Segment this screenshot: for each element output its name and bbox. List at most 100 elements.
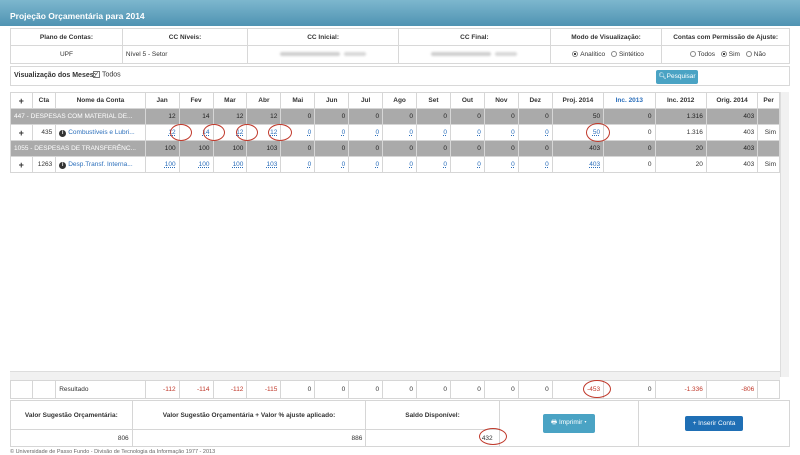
- cell-nov: 0: [483, 140, 519, 157]
- imprimir-button[interactable]: 🖶 Imprimir ▾: [543, 414, 595, 433]
- expand-all-button[interactable]: +: [10, 92, 33, 109]
- expand-row-button[interactable]: +: [10, 156, 33, 173]
- account-link[interactable]: Combustíveis e Lubri...: [68, 129, 134, 136]
- editable-proj[interactable]: 403: [589, 161, 600, 168]
- pesquisar-button[interactable]: 🔍︎Pesquisar: [656, 70, 698, 84]
- cc-final-select[interactable]: [398, 45, 551, 64]
- annotation-circle: [170, 124, 192, 141]
- account-group-name[interactable]: 1055 - DESPESAS DE TRANSFERÊNC...: [10, 140, 146, 157]
- editable-out[interactable]: 0: [477, 129, 481, 136]
- editable-mar[interactable]: 100: [233, 161, 244, 168]
- editable-ago[interactable]: 0: [409, 161, 413, 168]
- cell-ago: 0: [382, 140, 418, 157]
- annotation-circle: [586, 123, 610, 142]
- radio-nao[interactable]: [745, 51, 752, 58]
- info-icon[interactable]: i: [59, 161, 67, 169]
- cell-dez: 0: [517, 108, 553, 125]
- editable-fev[interactable]: 100: [199, 161, 210, 168]
- cell-orig: 403: [705, 124, 759, 141]
- cell-per: Sim: [757, 156, 780, 173]
- cell-jul: 0: [348, 108, 384, 125]
- expand-row-button[interactable]: +: [10, 124, 33, 141]
- annotation-circle: [236, 124, 258, 141]
- plano-label: Plano de Contas:: [10, 28, 123, 46]
- cell-inc13: 0: [603, 124, 656, 141]
- cell-orig: 403: [705, 108, 759, 125]
- editable-dez[interactable]: 0: [545, 129, 549, 136]
- footer-table: Valor Sugestão Orçamentária: Valor Suges…: [10, 400, 791, 447]
- editable-jul[interactable]: 0: [375, 161, 379, 168]
- result-set: 0: [416, 380, 451, 399]
- editable-dez[interactable]: 0: [545, 161, 549, 168]
- result-orig: -806: [705, 380, 759, 399]
- cell-fev: 14: [178, 108, 214, 125]
- blurred-value: [431, 52, 492, 56]
- radio-sintetico[interactable]: [610, 51, 617, 58]
- inserir-conta-button[interactable]: + Inserir Conta: [684, 416, 744, 431]
- cell-orig: 403: [705, 156, 759, 173]
- editable-jul[interactable]: 0: [375, 129, 379, 136]
- cell-proj: 403: [551, 140, 605, 157]
- niveis-select[interactable]: Nível 5 - Setor: [121, 45, 249, 64]
- col-inc2013[interactable]: Inc. 2013: [603, 92, 656, 109]
- cell-per: [757, 108, 780, 125]
- inserir-label: Inserir Conta: [698, 420, 736, 427]
- account-link[interactable]: Desp.Transf. Interna...: [68, 161, 132, 168]
- cell-out: 0: [449, 140, 485, 157]
- editable-set[interactable]: 0: [443, 161, 447, 168]
- editable-mai[interactable]: 0: [308, 129, 312, 136]
- radio-sintetico-label: Sintético: [618, 51, 644, 58]
- col-inc2012: Inc. 2012: [654, 92, 707, 109]
- cell-inc13: 0: [603, 108, 656, 125]
- cell-ago: 0: [382, 108, 418, 125]
- result-row-table: Resultado -112 -114 -112 -115 0 0 0 0 0 …: [10, 380, 780, 399]
- col-cta: Cta: [31, 92, 57, 109]
- editable-set[interactable]: 0: [443, 129, 447, 136]
- cell-dez: 0: [517, 140, 553, 157]
- result-dez: 0: [517, 380, 553, 399]
- cell-jun: 0: [314, 108, 350, 125]
- cell-inc12: 1.316: [654, 108, 707, 125]
- table-row: 447 - DESPESAS COM MATERIAL DE... 12 14 …: [10, 108, 780, 125]
- editable-nov[interactable]: 0: [511, 161, 515, 168]
- editable-nov[interactable]: 0: [511, 129, 515, 136]
- result-jun: 0: [314, 380, 350, 399]
- table-row: 1055 - DESPESAS DE TRANSFERÊNC... 100 10…: [10, 140, 780, 157]
- sugestao-value: 806: [10, 429, 133, 447]
- plano-select[interactable]: UPF: [10, 45, 123, 64]
- editable-abr[interactable]: 103: [266, 161, 277, 168]
- editable-jan[interactable]: 100: [165, 161, 176, 168]
- radio-todos[interactable]: [689, 51, 696, 58]
- info-icon[interactable]: i: [59, 129, 67, 137]
- col-abr: Abr: [246, 92, 282, 109]
- meses-label: Visualização dos Meses:: [14, 72, 96, 79]
- cell-fev: 100: [178, 140, 214, 157]
- radio-sim[interactable]: [720, 51, 727, 58]
- result-ago: 0: [382, 380, 418, 399]
- result-mar: -112: [212, 380, 248, 399]
- editable-out[interactable]: 0: [477, 161, 481, 168]
- cell-mar: 12: [212, 108, 248, 125]
- editable-jun[interactable]: 0: [342, 129, 346, 136]
- editable-ago[interactable]: 0: [409, 129, 413, 136]
- cell-mar: 100: [212, 140, 248, 157]
- col-set: Set: [416, 92, 451, 109]
- ajuste-value: 886: [131, 429, 367, 447]
- editable-jun[interactable]: 0: [342, 161, 346, 168]
- result-fev: -114: [178, 380, 214, 399]
- copyright-text: © Universidade de Passo Fundo - Divisão …: [10, 449, 216, 455]
- col-mai: Mai: [280, 92, 316, 109]
- result-inc13: 0: [603, 380, 656, 399]
- col-jul: Jul: [348, 92, 384, 109]
- spacer-cell: [31, 380, 57, 399]
- cc-inicial-select[interactable]: [247, 45, 400, 64]
- radio-analitico[interactable]: [572, 51, 579, 58]
- todos-checkbox[interactable]: ✓: [93, 71, 100, 78]
- vertical-scrollbar[interactable]: [780, 92, 789, 377]
- cc-inicial-label: CC Inicial:: [247, 28, 400, 46]
- account-group-name[interactable]: 447 - DESPESAS COM MATERIAL DE...: [10, 108, 146, 125]
- cell-jan: 12: [144, 108, 180, 125]
- spacer-cell: [10, 380, 33, 399]
- editable-mai[interactable]: 0: [308, 161, 312, 168]
- todos-label: Todos: [102, 71, 121, 79]
